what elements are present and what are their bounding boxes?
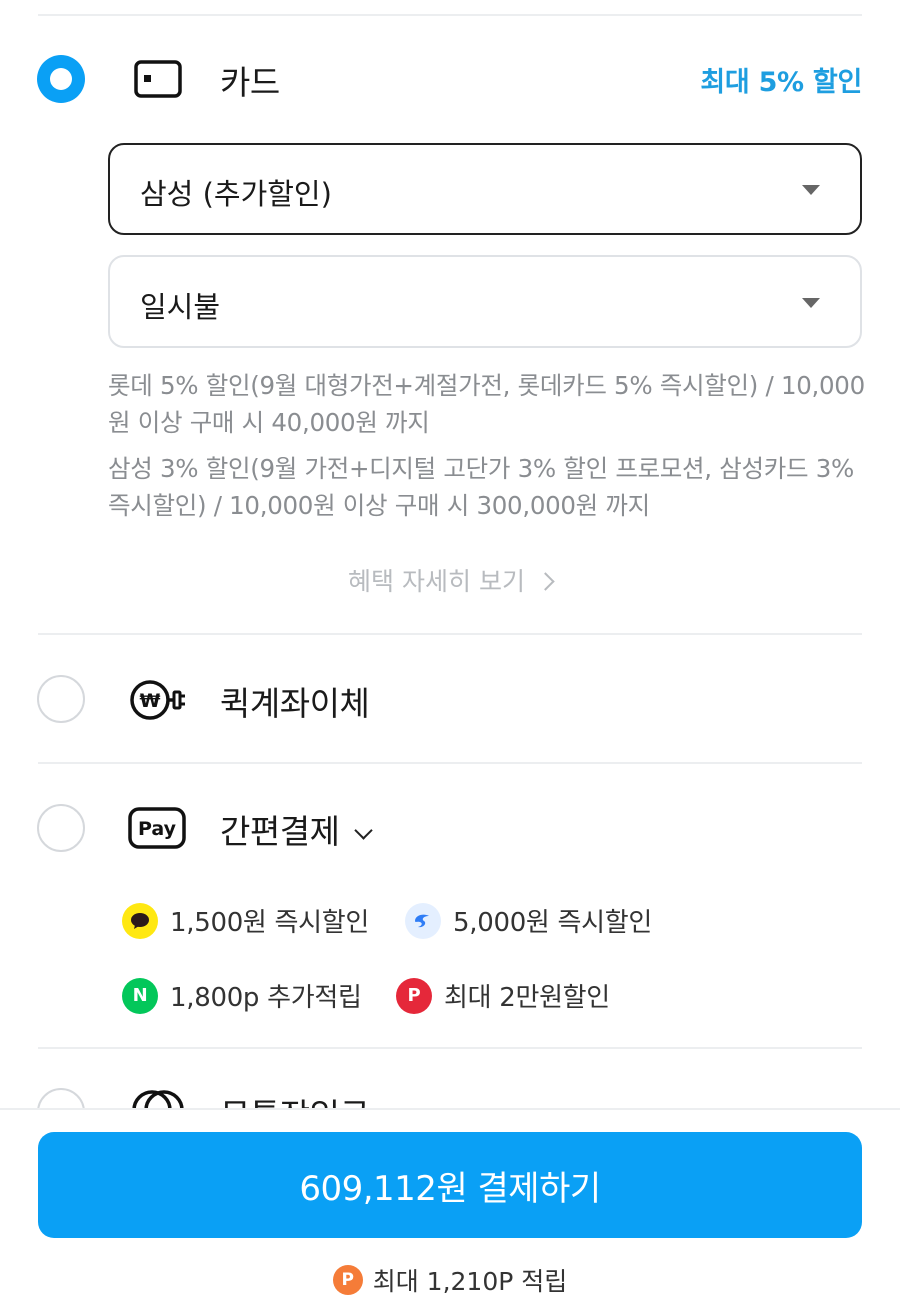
kakaopay-promo: 1,500원 즉시할인 bbox=[122, 902, 369, 939]
installment-value: 일시불 bbox=[140, 290, 221, 324]
divider bbox=[38, 633, 862, 635]
easy-pay-radio[interactable] bbox=[37, 804, 85, 852]
pay-icon: Pay bbox=[128, 806, 186, 854]
benefit-details-link[interactable]: 혜택 자세히 보기 bbox=[0, 562, 900, 598]
kakaopay-promo-text: 1,500원 즉시할인 bbox=[170, 908, 369, 938]
caret-down-icon bbox=[802, 185, 820, 195]
naverpay-promo: N 1,800p 추가적립 bbox=[122, 977, 362, 1014]
points-text: 최대 1,210P 적립 bbox=[372, 1267, 568, 1296]
points-info: P 최대 1,210P 적립 bbox=[0, 1262, 900, 1298]
checkout-bar: 609,112원 결제하기 P 최대 1,210P 적립 bbox=[0, 1108, 900, 1316]
payco-icon: P bbox=[396, 977, 432, 1014]
card-issuer-select[interactable]: 삼성 (추가할인) bbox=[108, 143, 862, 235]
naverpay-icon: N bbox=[122, 977, 158, 1014]
point-icon: P bbox=[332, 1265, 363, 1295]
naverpay-promo-text: 1,800p 추가적립 bbox=[170, 983, 362, 1013]
card-icon bbox=[134, 60, 182, 102]
pay-button[interactable]: 609,112원 결제하기 bbox=[38, 1132, 862, 1238]
payco-promo-text: 최대 2만원할인 bbox=[444, 983, 610, 1013]
caret-down-icon bbox=[802, 298, 820, 308]
divider bbox=[38, 762, 862, 764]
tosspay-promo: 5,000원 즉시할인 bbox=[405, 902, 652, 939]
easy-pay-label: 간편결제 bbox=[220, 805, 374, 853]
card-discount-badge: 최대 5% 할인 bbox=[700, 67, 862, 98]
quick-transfer-radio[interactable] bbox=[37, 675, 85, 723]
installment-select[interactable]: 일시불 bbox=[108, 255, 862, 348]
payco-promo: P 최대 2만원할인 bbox=[396, 977, 610, 1014]
easy-pay-label-text: 간편결제 bbox=[220, 812, 340, 851]
chevron-down-icon bbox=[354, 821, 374, 840]
card-promo-lotte: 롯데 5% 할인(9월 대형가전+계절가전, 롯데카드 5% 즉시할인) / 1… bbox=[108, 371, 865, 437]
quick-transfer-label: 퀵계좌이체 bbox=[220, 684, 370, 723]
card-promo-samsung: 삼성 3% 할인(9월 가전+디지털 고단가 3% 할인 프로모션, 삼성카드 … bbox=[108, 454, 854, 520]
chevron-right-icon bbox=[536, 572, 555, 591]
pay-icon-text: Pay bbox=[138, 818, 177, 840]
benefit-details-label: 혜택 자세히 보기 bbox=[348, 567, 525, 596]
card-issuer-value: 삼성 (추가할인) bbox=[140, 177, 332, 211]
svg-text:₩: ₩ bbox=[140, 690, 161, 712]
card-label: 카드 bbox=[220, 63, 280, 102]
kakaopay-icon bbox=[122, 902, 158, 939]
tosspay-icon bbox=[405, 902, 441, 939]
card-radio[interactable] bbox=[37, 55, 85, 103]
divider bbox=[38, 14, 862, 16]
tosspay-promo-text: 5,000원 즉시할인 bbox=[453, 908, 652, 938]
won-plug-icon: ₩ bbox=[128, 678, 188, 726]
divider bbox=[38, 1047, 862, 1049]
